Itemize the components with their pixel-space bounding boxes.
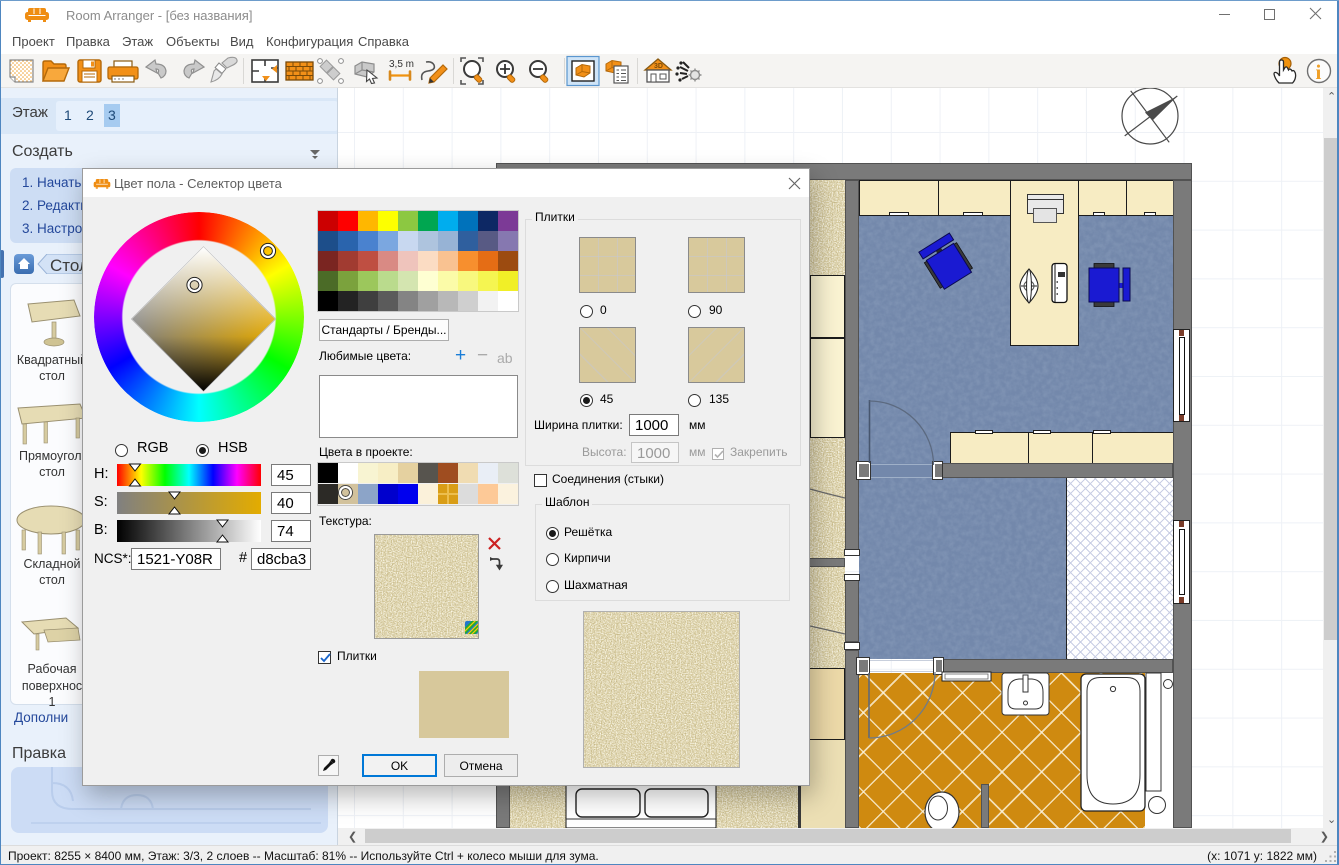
svg-text:3D: 3D [654, 63, 663, 70]
svg-text:i: i [1316, 60, 1322, 84]
svg-text:3,5 m: 3,5 m [389, 59, 414, 70]
